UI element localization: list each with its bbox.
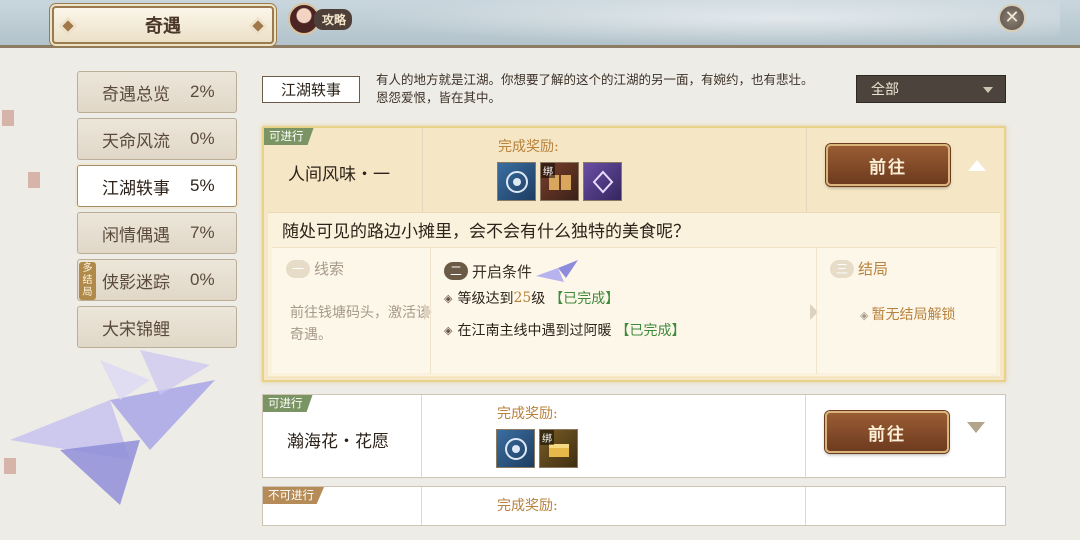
title-plate: 奇遇 bbox=[52, 6, 274, 44]
quest-steps: 一 线索 前往钱塘码头，激活该奇遇。 二 开启条件 ◈ 等级达到 25 级 【已… bbox=[272, 247, 996, 374]
step-number: 三 bbox=[830, 259, 855, 278]
sidebar-item-label: 奇遇总览 bbox=[102, 84, 170, 105]
reward-item[interactable] bbox=[497, 162, 536, 201]
reward-item[interactable]: 绑 bbox=[540, 162, 579, 201]
seal-icon bbox=[2, 110, 14, 126]
sidebar-item-label: 江湖轶事 bbox=[102, 178, 170, 199]
clue-text: 前往钱塘码头，激活该奇遇。 bbox=[290, 305, 430, 343]
section-title: 江湖轶事 bbox=[262, 76, 360, 103]
condition-text: 等级达到 bbox=[457, 291, 514, 307]
bound-badge: 绑 bbox=[541, 163, 555, 178]
condition-status: 【已完成】 bbox=[549, 291, 620, 307]
condition-item: ◈ 等级达到 25 级 【已完成】 bbox=[444, 288, 619, 308]
condition-suffix: 级 bbox=[531, 291, 546, 307]
condition-status: 【已完成】 bbox=[615, 323, 686, 339]
step-number: 二 bbox=[444, 262, 469, 280]
quest-card[interactable]: 不可进行 完成奖励: bbox=[262, 486, 1006, 526]
step-title: 线索 bbox=[314, 260, 345, 278]
sidebar-item-koi[interactable]: 大宋锦鲤 bbox=[77, 306, 237, 348]
condition-item: ◈ 在江南主线中遇到过阿暖 【已完成】 bbox=[444, 320, 685, 340]
divider bbox=[806, 128, 807, 212]
condition-heading: 二 开启条件 bbox=[444, 258, 580, 284]
reward-label: 完成奖励: bbox=[498, 139, 559, 155]
sidebar-item-percent: 0% bbox=[190, 129, 215, 148]
ornament-icon bbox=[249, 17, 267, 35]
sidebar-item-label: 侠影迷踪 bbox=[102, 272, 170, 293]
sidebar-item-destiny[interactable]: 天命风流 0% bbox=[77, 118, 237, 160]
sidebar-item-overview[interactable]: 奇遇总览 2% bbox=[77, 71, 237, 113]
sidebar-item-label: 闲情偶遇 bbox=[102, 225, 170, 246]
section-description: 有人的地方就是江湖。你想要了解的这个的江湖的另一面，有婉约，也有悲壮。恩怨爱恨，… bbox=[376, 72, 814, 105]
divider bbox=[805, 487, 806, 525]
close-button[interactable]: ✕ bbox=[998, 4, 1026, 32]
sidebar-item-label: 大宋锦鲤 bbox=[102, 319, 170, 340]
fan-icon bbox=[592, 170, 613, 193]
reward-items: 绑 bbox=[496, 429, 578, 468]
go-button[interactable]: 前往 bbox=[825, 411, 949, 453]
status-badge: 不可进行 bbox=[263, 487, 324, 504]
paper-crane-icon bbox=[10, 350, 215, 505]
reward-items: 绑 bbox=[497, 162, 622, 201]
category-sidebar: 奇遇总览 2% 天命风流 0% 江湖轶事 5% 闲情偶遇 7% 多结局 侠影迷踪… bbox=[77, 71, 237, 353]
ending-label: 暂无结局解锁 bbox=[871, 307, 956, 323]
ornament-icon bbox=[59, 17, 77, 35]
ending-text: ◈ 暂无结局解锁 bbox=[860, 304, 955, 324]
go-button[interactable]: 前往 bbox=[826, 144, 950, 186]
condition-level: 25 bbox=[513, 290, 532, 306]
sky-decoration bbox=[360, 0, 1060, 45]
expand-icon[interactable] bbox=[967, 422, 985, 433]
guide-button[interactable]: 攻略 bbox=[288, 2, 356, 36]
step-title: 结局 bbox=[858, 260, 889, 278]
sidebar-item-percent: 5% bbox=[190, 176, 215, 195]
sidebar-item-jianghu[interactable]: 江湖轶事 5% bbox=[77, 165, 237, 207]
status-badge: 可进行 bbox=[263, 395, 313, 412]
close-icon: ✕ bbox=[1004, 7, 1020, 28]
reward-item[interactable] bbox=[496, 429, 535, 468]
ending-heading: 三 结局 bbox=[830, 258, 888, 279]
sidebar-item-percent: 2% bbox=[190, 82, 215, 101]
bullet-icon: ◈ bbox=[444, 291, 453, 305]
sidebar-item-leisure[interactable]: 闲情偶遇 7% bbox=[77, 212, 237, 254]
orb-icon bbox=[505, 170, 528, 193]
bound-badge: 绑 bbox=[540, 430, 554, 445]
quest-card[interactable]: 可进行 瀚海花・花愿 完成奖励: 绑 前往 bbox=[262, 394, 1006, 479]
sidebar-item-hero-trail[interactable]: 多结局 侠影迷踪 0% bbox=[77, 259, 237, 301]
divider bbox=[816, 248, 817, 374]
filter-value: 全部 bbox=[871, 82, 899, 98]
divider bbox=[421, 487, 422, 525]
seal-icon bbox=[28, 172, 40, 188]
orb-icon bbox=[504, 437, 527, 460]
bullet-icon: ◈ bbox=[444, 323, 453, 337]
reward-label: 完成奖励: bbox=[497, 498, 558, 514]
reward-item[interactable] bbox=[583, 162, 622, 201]
multi-ending-badge: 多结局 bbox=[79, 262, 96, 300]
clue-heading: 一 线索 bbox=[286, 258, 344, 279]
quest-name: 瀚海花・花愿 bbox=[287, 432, 389, 452]
bullet-icon: ◈ bbox=[860, 309, 869, 322]
step-number: 一 bbox=[286, 259, 311, 278]
reward-item[interactable]: 绑 bbox=[539, 429, 578, 468]
page-title: 奇遇 bbox=[145, 16, 181, 37]
divider bbox=[421, 395, 422, 479]
condition-text: 在江南主线中遇到过阿暖 bbox=[457, 323, 612, 339]
quest-name: 人间风味・一 bbox=[288, 165, 390, 185]
paper-crane-icon bbox=[536, 260, 579, 282]
divider bbox=[422, 128, 423, 212]
quest-card[interactable]: 可进行 人间风味・一 完成奖励: 绑 前往 随处可见的路边小摊里，会不会有什么独… bbox=[262, 126, 1006, 382]
sidebar-item-label: 天命风流 bbox=[102, 131, 170, 152]
quest-detail: 随处可见的路边小摊里，会不会有什么独特的美食呢？ 一 线索 前往钱塘码头，激活该… bbox=[268, 212, 1000, 376]
reward-label: 完成奖励: bbox=[497, 406, 558, 422]
guide-label: 攻略 bbox=[314, 8, 353, 30]
sidebar-item-percent: 0% bbox=[190, 270, 215, 289]
divider bbox=[430, 248, 431, 374]
divider bbox=[805, 395, 806, 479]
status-badge: 可进行 bbox=[264, 128, 314, 145]
step-title: 开启条件 bbox=[472, 262, 533, 281]
chevron-down-icon bbox=[983, 87, 993, 93]
collapse-icon[interactable] bbox=[968, 160, 986, 171]
quest-question: 随处可见的路边小摊里，会不会有什么独特的美食呢？ bbox=[282, 222, 690, 242]
filter-dropdown[interactable]: 全部 bbox=[856, 75, 1006, 103]
sidebar-item-percent: 7% bbox=[190, 223, 215, 242]
